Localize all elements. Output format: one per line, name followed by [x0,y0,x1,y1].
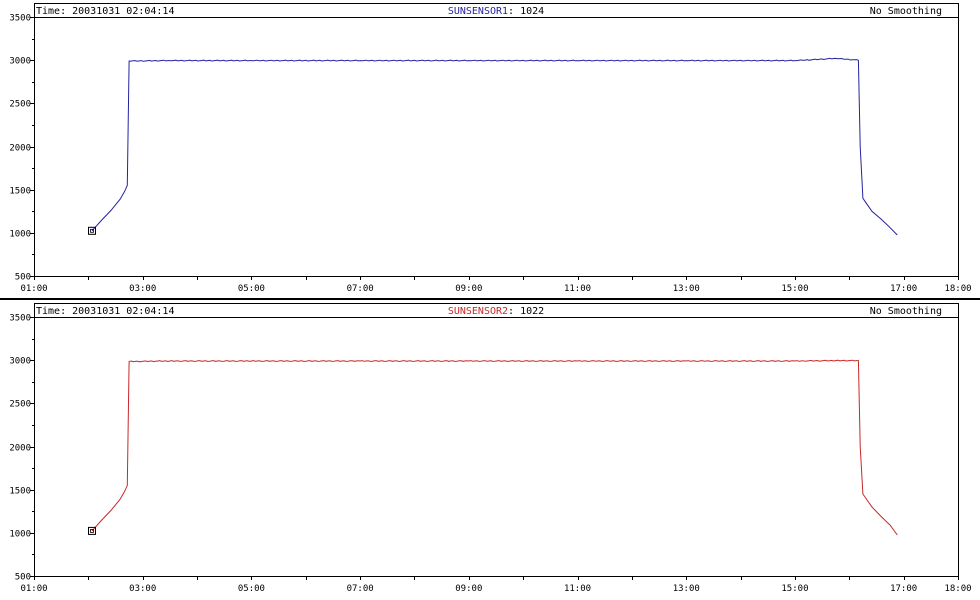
chart-panel-sunsensor1: Time: 20031031 02:04:14 SUNSENSOR1: 1024 N… [0,0,980,298]
sensor-readout: SUNSENSOR1: 1024 [448,6,544,17]
y-tick-label: 2500 [9,400,31,410]
y-tick-label: 1500 [9,187,31,197]
x-tick-label: 03:00 [129,284,156,294]
y-tick-label: 1500 [9,487,31,497]
x-tick-label: 09:00 [455,284,482,294]
x-tick-label: 15:00 [781,284,808,294]
y-tick-label: 3000 [9,357,31,367]
y-tick-label: 1000 [9,530,31,540]
x-tick-label: 17:00 [890,584,917,594]
y-tick-label: 2500 [9,100,31,110]
x-tick-label: 05:00 [238,284,265,294]
x-tick-label: 18:00 [944,584,971,594]
x-tick-label: 13:00 [673,284,700,294]
y-tick-label: 3000 [9,57,31,67]
x-tick-label: 05:00 [238,584,265,594]
x-tick-label: 18:00 [944,284,971,294]
x-tick-label: 17:00 [890,284,917,294]
y-tick-label: 2000 [9,144,31,154]
y-tick-label: 500 [15,573,31,583]
chart-svg: Time: 20031031 02:04:14 SUNSENSOR2: 1022 N… [9,303,972,594]
y-tick-label: 500 [15,273,31,283]
sensor-value: : 1022 [508,306,544,317]
sensor-readout: SUNSENSOR2: 1022 [448,306,544,317]
smoothing-label: No Smoothing [870,6,942,17]
x-tick-label: 01:00 [20,584,47,594]
x-tick-label: 13:00 [673,584,700,594]
sensor-name: SUNSENSOR2 [448,306,508,317]
y-tick-label: 3500 [9,14,31,24]
x-tick-label: 11:00 [564,584,591,594]
time-readout: Time: 20031031 02:04:14 [36,306,174,317]
y-tick-label: 1000 [9,230,31,240]
y-tick-label: 3500 [9,314,31,324]
x-tick-label: 09:00 [455,584,482,594]
x-tick-label: 07:00 [347,584,374,594]
x-tick-label: 03:00 [129,584,156,594]
chart-panel-sunsensor2: Time: 20031031 02:04:14 SUNSENSOR2: 1022 N… [0,300,980,598]
time-readout: Time: 20031031 02:04:14 [36,6,174,17]
y-tick-label: 2000 [9,444,31,454]
plot-area [34,317,959,577]
x-tick-label: 01:00 [20,284,47,294]
x-tick-label: 11:00 [564,284,591,294]
plot-area [34,17,959,277]
smoothing-label: No Smoothing [870,306,942,317]
sensor-name: SUNSENSOR1 [448,6,508,17]
x-tick-label: 15:00 [781,584,808,594]
x-tick-label: 07:00 [347,284,374,294]
chart-svg: Time: 20031031 02:04:14 SUNSENSOR1: 1024 N… [9,3,972,294]
sensor-value: : 1024 [508,6,544,17]
